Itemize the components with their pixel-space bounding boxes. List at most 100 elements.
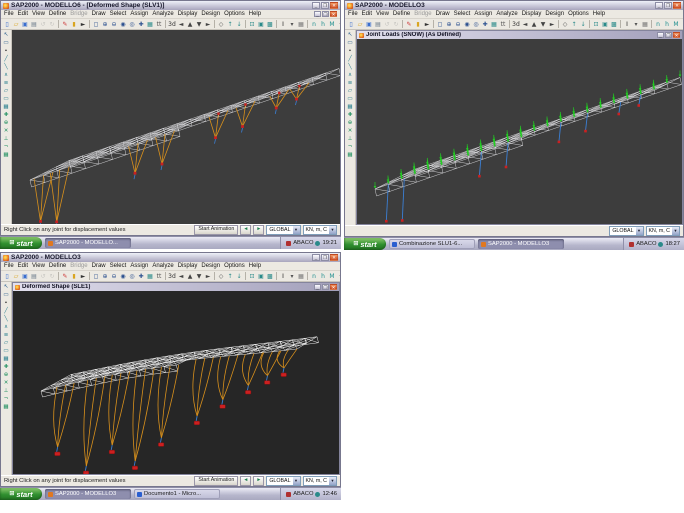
menu-select[interactable]: Select xyxy=(110,263,127,269)
frame-section-icon[interactable]: I xyxy=(279,272,287,281)
assign-group-icon[interactable]: ▩ xyxy=(266,20,274,29)
menu-help[interactable]: Help xyxy=(249,263,261,269)
view-down-icon[interactable]: ▼ xyxy=(195,272,203,281)
minimize-button[interactable]: _ xyxy=(312,254,320,261)
menu-analyze[interactable]: Analyze xyxy=(152,11,173,17)
tray-app-icon[interactable] xyxy=(629,242,634,247)
taskbar-task[interactable]: Documento1 - Micro... xyxy=(134,489,220,499)
draw-quad-area-icon[interactable]: ▱ xyxy=(346,88,355,95)
redo-icon[interactable]: ↻ xyxy=(48,20,56,29)
menu-assign[interactable]: Assign xyxy=(474,11,492,17)
rubber-band-zoom-icon[interactable]: ◻ xyxy=(436,20,444,29)
draw-h-tool-icon[interactable]: h xyxy=(319,20,327,29)
quick-draw-frame-icon[interactable]: ╲ xyxy=(2,316,11,323)
snap-to-edges-icon[interactable]: ¬ xyxy=(346,144,355,151)
close-button[interactable]: ✕ xyxy=(330,2,338,9)
maximize-button[interactable]: ❐ xyxy=(321,2,329,9)
child-minimize-button[interactable]: _ xyxy=(657,32,664,38)
window-views-icon[interactable]: ▦ xyxy=(146,20,154,29)
snap-fine-grid-icon[interactable]: ▦ xyxy=(2,404,11,411)
new-model-icon[interactable]: ▯ xyxy=(347,20,355,29)
menu-select[interactable]: Select xyxy=(454,11,471,17)
child-close-button[interactable]: ✕ xyxy=(673,32,680,38)
perspective-toggle-icon[interactable]: ◇ xyxy=(217,20,225,29)
view-down-icon[interactable]: ▼ xyxy=(195,20,203,29)
snap-to-midpoints-icon[interactable]: ⊕ xyxy=(2,372,11,379)
print-icon[interactable]: ▤ xyxy=(374,20,382,29)
draw-m-tool-icon[interactable]: M xyxy=(328,272,336,281)
menu-view[interactable]: View xyxy=(376,11,389,17)
save-model-icon[interactable]: ▣ xyxy=(21,20,29,29)
minimize-button[interactable]: _ xyxy=(312,2,320,9)
snap-to-joints-icon[interactable]: ✚ xyxy=(2,364,11,371)
menu-options[interactable]: Options xyxy=(224,11,245,17)
animation-back-button[interactable]: ◄ xyxy=(240,476,251,486)
zoom-out-icon[interactable]: ⊖ xyxy=(454,20,462,29)
draw-m-tool-icon[interactable]: M xyxy=(328,20,336,29)
lock-model-icon[interactable]: ▮ xyxy=(414,20,422,29)
dropdown-arrow-icon[interactable]: ▾ xyxy=(288,272,296,281)
view-3d-icon[interactable]: 3d xyxy=(168,272,176,281)
menu-help[interactable]: Help xyxy=(249,11,261,17)
menu-display[interactable]: Display xyxy=(178,11,198,17)
grid-options-icon[interactable]: ▦ xyxy=(297,272,305,281)
draw-n-tool-icon[interactable]: n xyxy=(310,272,318,281)
animation-forward-button[interactable]: ► xyxy=(253,225,264,235)
redo-icon[interactable]: ↻ xyxy=(392,20,400,29)
window-views-icon[interactable]: ▦ xyxy=(146,272,154,281)
zoom-in-icon[interactable]: ⊕ xyxy=(445,20,453,29)
menu-file[interactable]: File xyxy=(348,11,358,17)
draw-rect-area-icon[interactable]: ▭ xyxy=(2,96,11,103)
undo-icon[interactable]: ↺ xyxy=(39,20,47,29)
menu-design[interactable]: Design xyxy=(545,11,564,17)
menu-define[interactable]: Define xyxy=(49,11,66,17)
draw-frame-icon[interactable]: ╱ xyxy=(346,56,355,63)
menu-bridge[interactable]: Bridge xyxy=(414,11,431,17)
quick-draw-area-icon[interactable]: ▦ xyxy=(2,356,11,363)
grid-options-icon[interactable]: ▦ xyxy=(641,20,649,29)
zoom-previous-icon[interactable]: ◎ xyxy=(128,20,136,29)
text-labels-icon[interactable]: tt xyxy=(155,272,163,281)
quick-draw-frame-icon[interactable]: ╲ xyxy=(2,64,11,71)
menu-edit[interactable]: Edit xyxy=(18,11,28,17)
menu-help[interactable]: Help xyxy=(593,11,605,17)
start-button[interactable]: ⊞start xyxy=(344,238,386,250)
view-right-icon[interactable]: ► xyxy=(548,20,556,29)
units-dropdown-arrow-icon[interactable]: ▼ xyxy=(672,227,679,235)
quick-draw-area-icon[interactable]: ▦ xyxy=(346,104,355,111)
view-3d-icon[interactable]: 3d xyxy=(512,20,520,29)
open-file-icon[interactable]: ▱ xyxy=(12,272,20,281)
quick-draw-frame-icon[interactable]: ╲ xyxy=(346,64,355,71)
menu-draw[interactable]: Draw xyxy=(436,11,450,17)
units-select[interactable]: KN, m, C▼ xyxy=(303,476,337,486)
move-up-elevation-icon[interactable]: ↑ xyxy=(226,272,234,281)
taskbar-task[interactable]: SAP2000 - MODELLO... xyxy=(45,238,131,248)
zoom-full-icon[interactable]: ◉ xyxy=(463,20,471,29)
select-pointer-icon[interactable]: ↖ xyxy=(346,32,355,39)
window-views-icon[interactable]: ▦ xyxy=(490,20,498,29)
quick-draw-secondary-beams-icon[interactable]: ≡ xyxy=(2,332,11,339)
start-animation-button[interactable]: Start Animation xyxy=(194,476,238,486)
menu-display[interactable]: Display xyxy=(522,11,542,17)
text-labels-icon[interactable]: tt xyxy=(499,20,507,29)
draw-frame-icon[interactable]: ╱ xyxy=(2,56,11,63)
taskbar-task[interactable]: SAP2000 - MODELLO3 xyxy=(478,239,564,249)
zoom-full-icon[interactable]: ◉ xyxy=(119,272,127,281)
draw-frame-icon[interactable]: ╱ xyxy=(2,308,11,315)
taskbar-task[interactable]: Combinazione SLU1-6... xyxy=(389,239,475,249)
draw-h-tool-icon[interactable]: h xyxy=(319,272,327,281)
maximize-button[interactable]: ❐ xyxy=(321,254,329,261)
frame-section-icon[interactable]: I xyxy=(623,20,631,29)
assign-group-icon[interactable]: ▩ xyxy=(610,20,618,29)
child-maximize-button[interactable]: ❐ xyxy=(665,32,672,38)
quick-draw-braces-icon[interactable]: ∧ xyxy=(2,72,11,79)
view-right-icon[interactable]: ► xyxy=(204,272,212,281)
print-icon[interactable]: ▤ xyxy=(30,272,38,281)
draw-n-tool-icon[interactable]: n xyxy=(654,20,662,29)
zoom-in-icon[interactable]: ⊕ xyxy=(101,272,109,281)
move-down-elevation-icon[interactable]: ↓ xyxy=(235,20,243,29)
move-down-elevation-icon[interactable]: ↓ xyxy=(235,272,243,281)
child-minimize-button[interactable]: _ xyxy=(314,284,321,290)
snap-to-midpoints-icon[interactable]: ⊕ xyxy=(346,120,355,127)
undo-icon[interactable]: ↺ xyxy=(383,20,391,29)
